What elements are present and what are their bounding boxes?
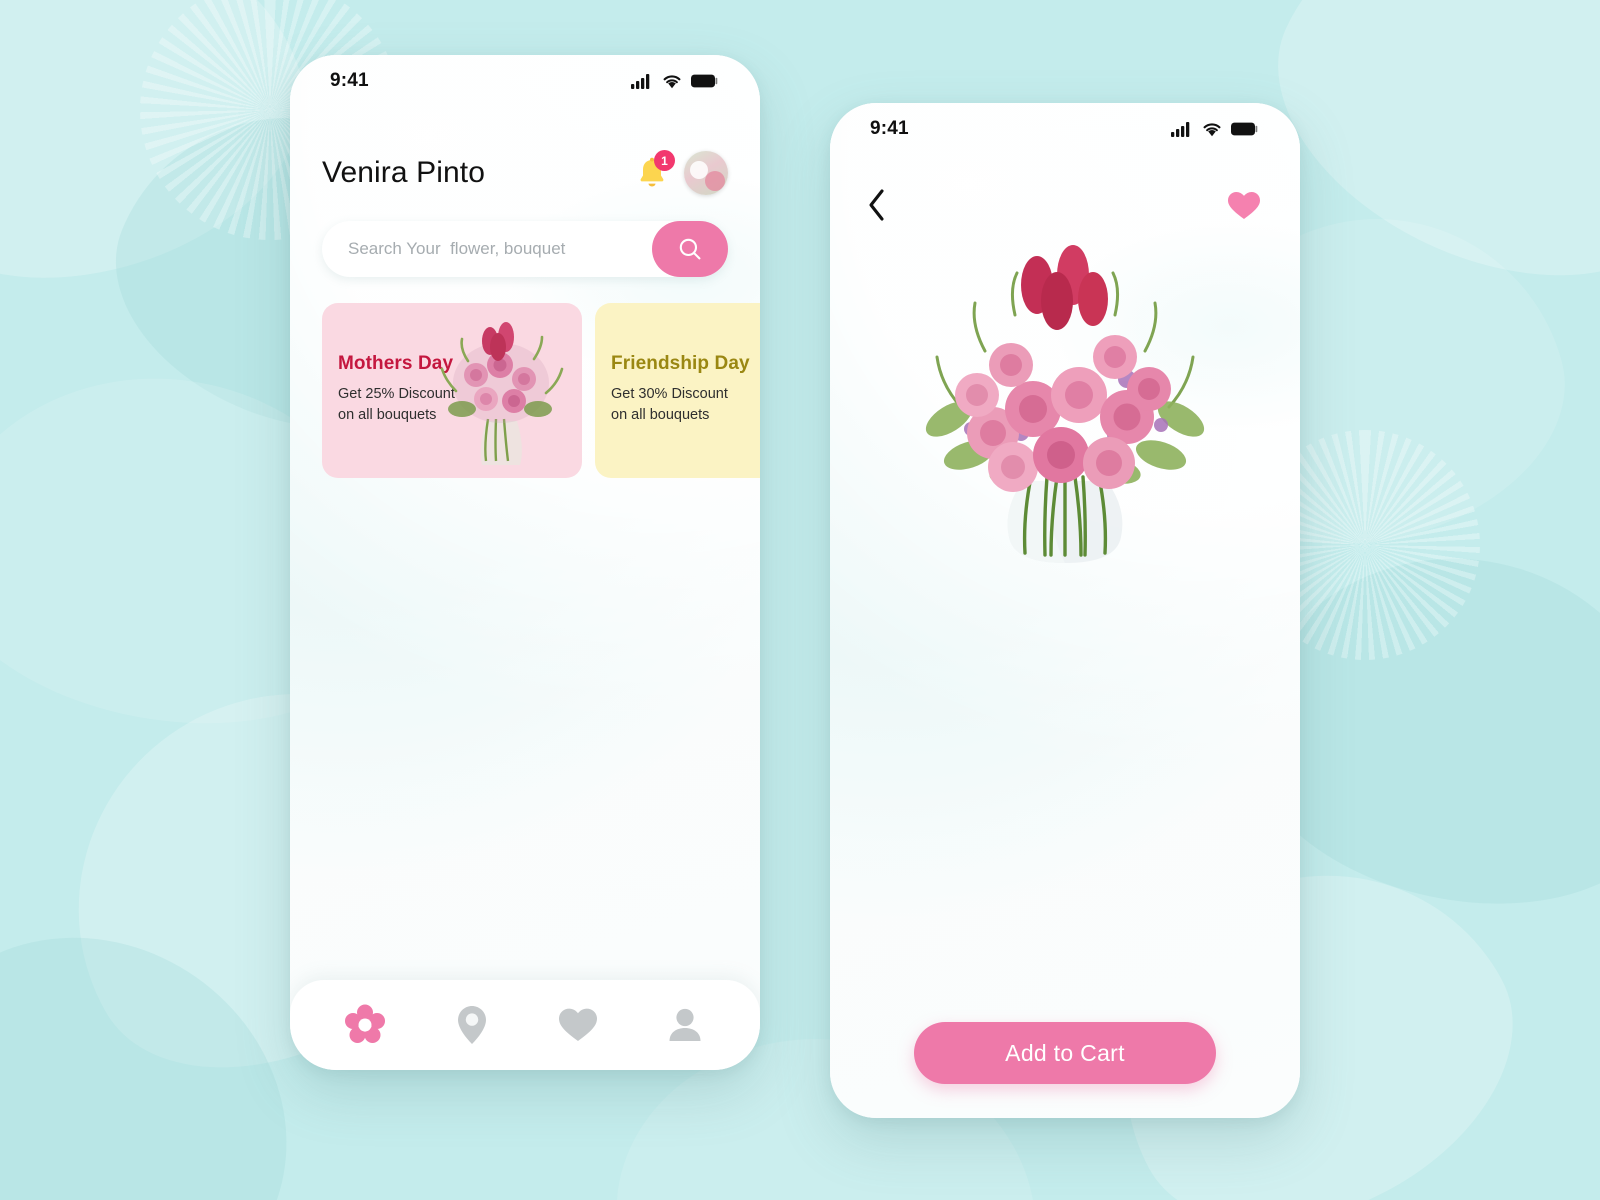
phone-detail-screen: 9:41 Add to Cart [830,103,1300,1118]
search-bar [322,221,728,277]
signal-bars-icon [631,73,650,89]
nav-item-favorites[interactable] [550,997,606,1053]
home-header: Venira Pinto 1 [290,107,760,195]
add-to-cart-container: Add to Cart [830,1022,1300,1084]
flower-icon [345,1004,386,1043]
notification-badge: 1 [654,150,675,171]
status-bar: 9:41 [830,103,1300,155]
search-button[interactable] [652,221,728,277]
status-bar: 9:41 [290,55,760,107]
battery-icon [691,74,718,88]
location-pin-icon [457,1006,486,1044]
battery-icon [1231,122,1258,136]
phone-home-screen: 9:41 Venira Pinto 1 Search Your flower, … [290,55,760,1070]
heart-icon [559,1008,598,1041]
person-icon [669,1008,701,1041]
status-time: 9:41 [870,118,909,139]
bottom-navigation [290,980,760,1070]
avatar[interactable] [684,151,728,195]
screen-background [290,55,760,1070]
bouquet-vase-image [440,322,564,465]
promo-carousel[interactable]: Mothers Day Get 25% Discount on all bouq… [322,303,760,478]
page-title: Venira Pinto [322,156,485,189]
promo-banner[interactable]: Mothers Day Get 25% Discount on all bouq… [322,303,582,478]
detail-header [830,155,1300,225]
nav-item-home[interactable] [337,997,393,1053]
notification-button[interactable]: 1 [634,150,675,192]
search-input[interactable] [348,239,702,259]
promo-title: Friendship Day [611,353,750,374]
rose-bouquet-vase-image [925,245,1205,563]
wifi-icon [663,74,681,88]
promo-line2: on all bouquets [611,407,710,424]
nav-item-profile[interactable] [657,997,713,1053]
add-to-cart-button[interactable]: Add to Cart [914,1022,1216,1084]
wifi-icon [1203,122,1221,136]
heart-filled-icon [1228,191,1260,219]
status-time: 9:41 [330,70,369,91]
promo-banner[interactable]: Friendship Day Get 30% Discount on all b… [595,303,760,478]
nav-item-location[interactable] [444,997,500,1053]
product-hero-image [830,219,1300,619]
search-icon [679,238,701,260]
page-background [0,0,1600,1200]
signal-bars-icon [1171,121,1190,137]
chevron-left-icon [869,189,884,221]
promo-line1: Get 30% Discount [611,386,728,402]
